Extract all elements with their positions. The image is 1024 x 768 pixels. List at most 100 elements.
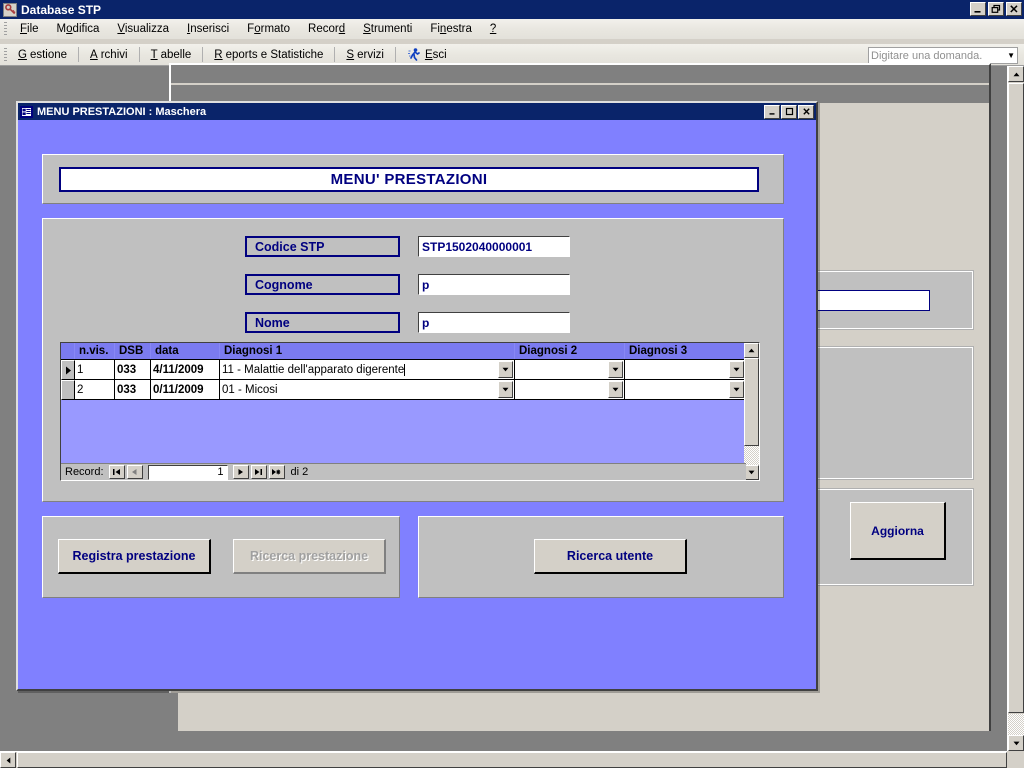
toolbar-grip[interactable] <box>4 47 7 62</box>
diagnosi-1-dropdown-arrow[interactable] <box>498 381 513 398</box>
menu-item-strumenti[interactable]: Strumenti <box>354 21 421 37</box>
datasheet-vertical-scrollbar[interactable] <box>744 343 759 480</box>
app-vertical-scrollbar[interactable] <box>1007 66 1024 751</box>
record-total-label: di 2 <box>290 466 309 478</box>
app-horizontal-scrollbar[interactable] <box>0 751 1024 768</box>
table-row[interactable]: 1 033 4/11/2009 11 - Malattie dell'appar… <box>61 360 759 380</box>
column-header-data-label: data <box>155 345 179 357</box>
close-button[interactable] <box>1006 2 1022 16</box>
menu-grip[interactable] <box>4 22 7 36</box>
current-record-value: 1 <box>217 466 224 478</box>
row-selector[interactable] <box>61 380 75 400</box>
row-selector-current[interactable] <box>61 360 75 380</box>
toolbar-item-servizi[interactable]: Servizi <box>339 47 391 63</box>
datasheet-scroll-track[interactable] <box>744 446 759 465</box>
current-record-input[interactable]: 1 <box>147 464 228 480</box>
datasheet-scroll-down-button[interactable] <box>744 465 759 480</box>
cell-data[interactable]: 0/11/2009 <box>151 380 220 400</box>
datasheet-header-corner[interactable] <box>61 343 75 359</box>
column-header-diagnosi-2-label: Diagnosi 2 <box>519 345 578 357</box>
field-codice-stp[interactable]: STP1502040000001 <box>418 236 570 257</box>
toolbar-item-gestione[interactable]: Gestione <box>11 47 74 63</box>
column-header-data[interactable]: data <box>151 343 220 359</box>
next-record-button[interactable] <box>232 465 249 479</box>
datasheet-scroll-thumb[interactable] <box>744 358 759 446</box>
ricerca-utente-button[interactable]: Ricerca utente <box>534 539 687 574</box>
record-navigator: Record: 1 di 2 <box>61 463 746 480</box>
toolbar-item-tabelle[interactable]: Tabelle <box>144 47 199 63</box>
diagnosi-2-dropdown-arrow[interactable] <box>608 381 623 398</box>
scroll-up-button[interactable] <box>1008 66 1024 82</box>
cell-dsb[interactable]: 033 <box>115 360 151 380</box>
menu-item-inserisci[interactable]: Inserisci <box>178 21 238 37</box>
cell-n-vis[interactable]: 2 <box>75 380 115 400</box>
cell-diagnosi-2[interactable] <box>515 360 625 380</box>
minimize-button[interactable] <box>970 2 986 16</box>
menu-item-modifica[interactable]: Modifica <box>48 21 109 37</box>
menu-item-help[interactable]: ? <box>481 21 505 37</box>
cell-diagnosi-1[interactable]: 11 - Malattie dell'apparato digerente <box>220 360 515 380</box>
cell-diagnosi-3[interactable] <box>625 380 746 400</box>
menu-prestazioni-form-window[interactable]: MENU PRESTAZIONI : Maschera MENU' PRESTA… <box>16 101 818 691</box>
cell-diagnosi-1[interactable]: 01 - Micosi <box>220 380 515 400</box>
app-vertical-scroll-thumb[interactable] <box>1008 83 1024 713</box>
first-record-button[interactable] <box>108 465 125 479</box>
column-header-diagnosi-1[interactable]: Diagnosi 1 <box>220 343 515 359</box>
menu-item-finestra[interactable]: Finestra <box>421 21 481 37</box>
cell-data-value: 0/11/2009 <box>153 383 204 396</box>
column-header-n-vis[interactable]: n.vis. <box>75 343 115 359</box>
last-record-button[interactable] <box>250 465 267 479</box>
form-close-button[interactable] <box>798 104 814 119</box>
diagnosi-3-dropdown-arrow[interactable] <box>729 361 744 378</box>
form-titlebar: MENU PRESTAZIONI : Maschera <box>18 103 816 120</box>
registra-prestazione-button[interactable]: Registra prestazione <box>58 539 211 574</box>
datasheet-scroll-up-button[interactable] <box>744 343 759 358</box>
diagnosi-1-dropdown-arrow[interactable] <box>498 361 513 378</box>
cell-diagnosi-2[interactable] <box>515 380 625 400</box>
cell-data[interactable]: 4/11/2009 <box>151 360 220 380</box>
field-nome[interactable]: p <box>418 312 570 333</box>
toolbar-separator <box>202 47 204 62</box>
text-caret <box>404 363 406 376</box>
table-row[interactable]: 2 033 0/11/2009 01 - Micosi <box>61 380 759 400</box>
column-header-dsb[interactable]: DSB <box>115 343 151 359</box>
menu-item-file[interactable]: File <box>11 21 48 37</box>
form-actions-section-right: Ricerca utente <box>418 516 784 598</box>
cell-data-value: 4/11/2009 <box>153 363 204 376</box>
column-header-dsb-label: DSB <box>119 345 144 357</box>
cell-diagnosi-3[interactable] <box>625 360 746 380</box>
diagnosi-3-dropdown-arrow[interactable] <box>729 381 744 398</box>
record-navigator-label: Record: <box>65 466 104 478</box>
scroll-left-button[interactable] <box>0 752 16 768</box>
column-header-diagnosi-2[interactable]: Diagnosi 2 <box>515 343 625 359</box>
form-maximize-button[interactable] <box>781 104 797 119</box>
datasheet-header-row: n.vis. DSB data Diagnosi 1 Diagnosi 2 Di… <box>61 343 759 360</box>
toolbar-item-reports-e-statistiche[interactable]: Reports e Statistiche <box>207 47 330 63</box>
toolbar-separator <box>78 47 80 62</box>
form-heading-text: MENU' PRESTAZIONI <box>330 171 488 188</box>
new-record-button[interactable] <box>268 465 285 479</box>
toolbar-separator <box>394 47 396 62</box>
toolbar-item-esci[interactable]: Esci <box>400 45 454 64</box>
menu-item-visualizza[interactable]: Visualizza <box>108 21 178 37</box>
diagnosi-2-dropdown-arrow[interactable] <box>608 361 623 378</box>
form-minimize-button[interactable] <box>764 104 780 119</box>
field-cognome[interactable]: p <box>418 274 570 295</box>
toolbar-item-archivi[interactable]: Archivi <box>83 47 135 63</box>
menu-item-record[interactable]: Record <box>299 21 354 37</box>
form-system-buttons <box>764 104 814 119</box>
cell-n-vis[interactable]: 1 <box>75 360 115 380</box>
scroll-down-button[interactable] <box>1008 735 1024 751</box>
column-header-diagnosi-3[interactable]: Diagnosi 3 <box>625 343 746 359</box>
app-title: Database STP <box>21 2 102 17</box>
app-horizontal-scroll-thumb[interactable] <box>17 752 1007 768</box>
aggiorna-button[interactable]: Aggiorna <box>850 502 946 560</box>
ask-a-question-box[interactable]: Digitare una domanda. ▼ <box>868 47 1018 64</box>
cell-n-vis-value: 2 <box>77 383 84 396</box>
cell-dsb[interactable]: 033 <box>115 380 151 400</box>
prestazioni-datasheet[interactable]: n.vis. DSB data Diagnosi 1 Diagnosi 2 Di… <box>60 342 760 481</box>
restore-button[interactable] <box>988 2 1004 16</box>
menu-item-formato[interactable]: Formato <box>238 21 299 37</box>
previous-record-button[interactable] <box>126 465 143 479</box>
chevron-down-icon[interactable]: ▼ <box>1007 51 1015 60</box>
